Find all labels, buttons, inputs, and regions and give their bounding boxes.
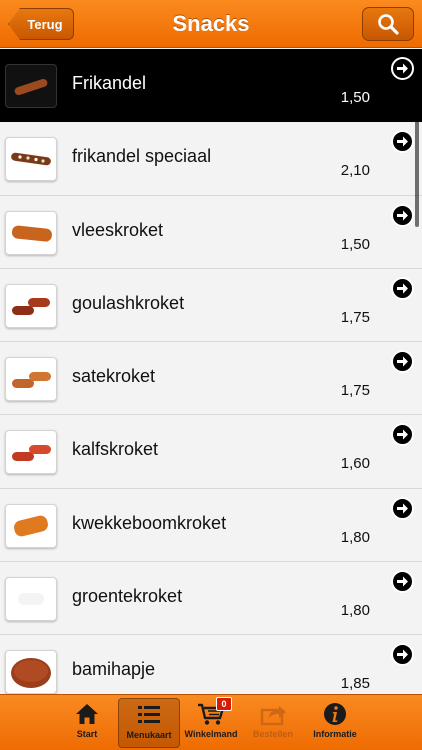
product-price: 1,50	[340, 235, 370, 253]
product-name: Frikandel	[72, 73, 147, 93]
product-thumbnail	[5, 503, 57, 548]
groentekroket-image	[18, 593, 44, 606]
arrow-right-icon[interactable]	[391, 57, 414, 80]
product-name: bamihapje	[72, 659, 156, 680]
search-button[interactable]	[362, 7, 414, 41]
satekroket-image	[12, 372, 51, 389]
info-icon	[324, 703, 346, 725]
product-thumbnail	[5, 283, 57, 328]
product-name: groentekroket	[72, 586, 183, 607]
tab-label: Start	[76, 729, 98, 739]
list-item[interactable]: vleeskroket 1,50	[0, 195, 422, 269]
product-name: goulashkroket	[72, 292, 185, 313]
list-item[interactable]: kwekkeboomkroket 1,80	[0, 488, 422, 563]
tab-informatie[interactable]: Informatie	[304, 698, 366, 748]
product-name: kwekkeboomkroket	[72, 512, 227, 533]
nav-bar: Terug Snacks	[0, 0, 422, 48]
page-title: Snacks	[172, 11, 250, 36]
arrow-right-icon[interactable]	[391, 276, 414, 300]
arrow-right-icon[interactable]	[391, 423, 414, 447]
list-item[interactable]: kalfskroket 1,60	[0, 415, 422, 489]
product-thumbnail	[5, 357, 57, 402]
list-item[interactable]: groentekroket 1,80	[0, 562, 422, 636]
list-item[interactable]: goulashkroket 1,75	[0, 268, 422, 343]
tab-label: Winkelmand	[184, 729, 238, 739]
bamihapje-image	[11, 658, 51, 689]
vleeskroket-image	[11, 225, 52, 242]
product-thumbnail	[5, 577, 57, 622]
scrollbar[interactable]	[415, 109, 419, 227]
product-thumbnail	[5, 210, 57, 255]
kalfskroket-image	[12, 445, 51, 462]
product-list[interactable]: Frikandel 1,50 frikandel speciaal 2,10 v…	[0, 49, 422, 694]
cart-count-badge: 0	[216, 697, 232, 711]
arrow-right-icon[interactable]	[391, 643, 414, 667]
product-price: 1,85	[340, 675, 370, 693]
list-item[interactable]: bamihapje 1,85	[0, 635, 422, 694]
product-price: 1,50	[340, 89, 370, 106]
tab-label: Bestellen	[252, 729, 294, 739]
product-price: 1,80	[340, 602, 370, 620]
list-icon	[138, 706, 160, 723]
product-price: 1,75	[340, 308, 370, 326]
product-price: 2,10	[340, 162, 370, 180]
tab-label: Menukaart	[126, 730, 172, 740]
arrow-right-icon[interactable]	[391, 203, 414, 227]
frikandel-image	[14, 78, 48, 96]
product-thumbnail	[5, 430, 57, 475]
home-icon	[76, 704, 98, 724]
search-icon	[378, 14, 399, 35]
tab-bar: Start Menukaart 0 Winkelmand Bestellen I…	[0, 694, 422, 750]
list-item[interactable]: Frikandel 1,50	[0, 49, 422, 123]
product-name: frikandel speciaal	[72, 146, 212, 167]
list-item[interactable]: satekroket 1,75	[0, 342, 422, 416]
product-price: 1,60	[340, 455, 370, 473]
arrow-right-icon[interactable]	[391, 496, 414, 520]
list-item[interactable]: frikandel speciaal 2,10	[0, 122, 422, 196]
tab-bestellen[interactable]: Bestellen	[242, 698, 304, 748]
tab-menukaart[interactable]: Menukaart	[118, 698, 180, 748]
frikandel-speciaal-image	[11, 153, 51, 166]
product-price: 1,80	[340, 528, 370, 546]
product-thumbnail	[5, 137, 57, 182]
product-name: vleeskroket	[72, 219, 164, 240]
arrow-right-icon[interactable]	[391, 570, 414, 594]
tab-start[interactable]: Start	[56, 698, 118, 748]
product-thumbnail	[5, 64, 57, 108]
tab-label: Informatie	[313, 729, 357, 739]
product-price: 1,75	[340, 382, 370, 400]
tab-winkelmand[interactable]: 0 Winkelmand	[180, 697, 242, 748]
goulashkroket-image	[12, 297, 50, 315]
arrow-right-icon[interactable]	[391, 350, 414, 374]
product-thumbnail	[5, 650, 57, 694]
product-name: satekroket	[72, 366, 156, 387]
product-name: kalfskroket	[72, 439, 159, 460]
share-export-icon	[260, 706, 286, 726]
kwekkeboomkroket-image	[14, 515, 48, 537]
arrow-right-icon[interactable]	[391, 130, 414, 154]
